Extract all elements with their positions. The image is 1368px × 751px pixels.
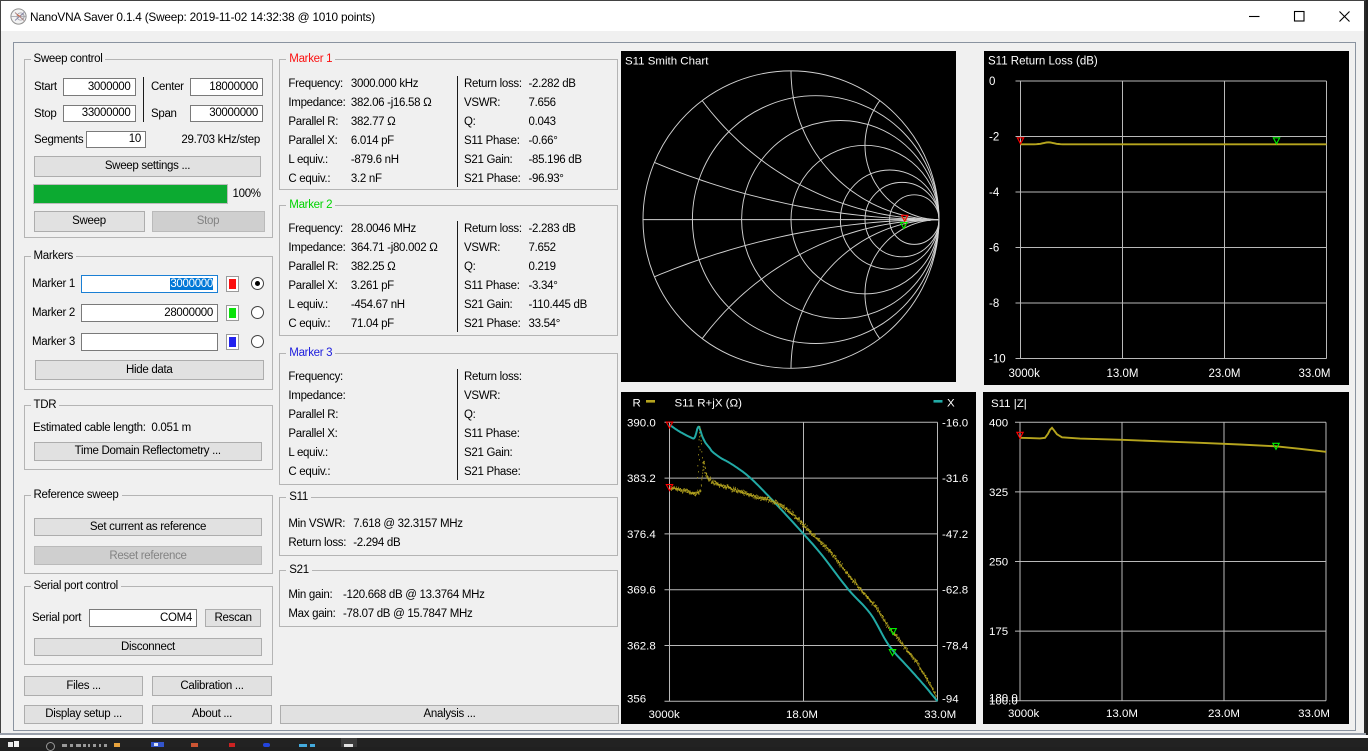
svg-text:13.0M: 13.0M [1106, 368, 1138, 380]
svg-text:R: R [632, 398, 640, 410]
svg-text:-78.4: -78.4 [941, 641, 968, 653]
svg-text:23.0M: 23.0M [1208, 368, 1240, 380]
svg-text:362.8: 362.8 [627, 641, 656, 653]
svg-text:-16.0: -16.0 [941, 417, 967, 429]
svg-text:376.4: 376.4 [627, 529, 656, 541]
svg-text:369.6: 369.6 [627, 585, 656, 597]
svg-text:-62.8: -62.8 [941, 585, 967, 597]
svg-text:33.0M: 33.0M [1298, 708, 1330, 720]
svg-text:S11 Return Loss (dB): S11 Return Loss (dB) [988, 56, 1098, 68]
svg-text:390.0: 390.0 [627, 417, 656, 429]
svg-text:23.0M: 23.0M [1208, 708, 1240, 720]
svg-text:400: 400 [989, 417, 1008, 429]
svg-text:-6: -6 [989, 243, 999, 255]
svg-text:-94: -94 [941, 693, 958, 705]
svg-text:13.0M: 13.0M [1106, 708, 1138, 720]
svg-text:3000k: 3000k [1008, 708, 1040, 720]
svg-text:33.0M: 33.0M [924, 709, 956, 721]
svg-text:S11 R+jX (Ω): S11 R+jX (Ω) [674, 398, 742, 410]
svg-text:-31.6: -31.6 [941, 473, 967, 485]
svg-text:S11 |Z|: S11 |Z| [991, 398, 1027, 410]
svg-text:325: 325 [989, 487, 1008, 499]
svg-text:18.0M: 18.0M [786, 709, 818, 721]
svg-text:-47.2: -47.2 [941, 529, 967, 541]
svg-text:100.0: 100.0 [989, 696, 1018, 708]
svg-text:-8: -8 [989, 298, 999, 310]
svg-text:0: 0 [989, 76, 995, 88]
svg-text:3000k: 3000k [648, 709, 680, 721]
svg-text:33.0M: 33.0M [1298, 368, 1330, 380]
svg-text:S11 Smith Chart: S11 Smith Chart [624, 56, 708, 68]
svg-text:-2: -2 [989, 132, 999, 144]
svg-text:175: 175 [989, 626, 1008, 638]
svg-text:-4: -4 [989, 187, 1000, 199]
svg-text:X: X [946, 398, 954, 410]
svg-text:356: 356 [627, 693, 646, 705]
svg-text:-10: -10 [989, 354, 1006, 366]
svg-text:250: 250 [989, 557, 1008, 569]
svg-text:3000k: 3000k [1008, 368, 1040, 380]
svg-text:383.2: 383.2 [627, 473, 656, 485]
